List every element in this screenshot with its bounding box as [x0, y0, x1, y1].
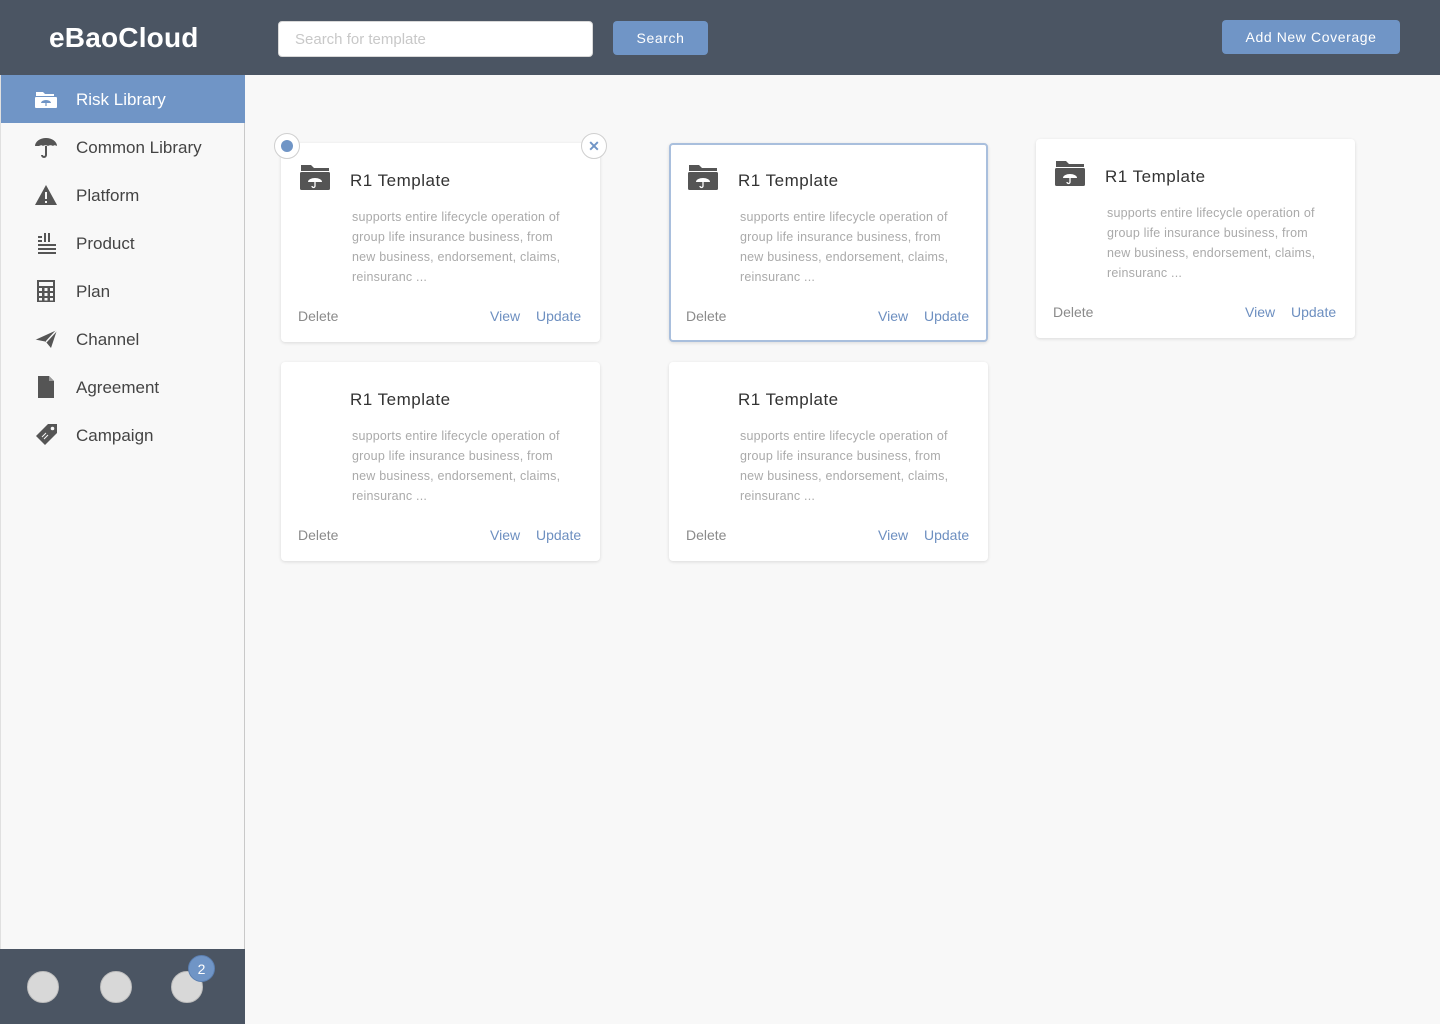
sidebar-item-campaign[interactable]: Campaign [1, 411, 245, 459]
sidebar-item-platform[interactable]: Platform [1, 171, 245, 219]
sidebar-item-channel[interactable]: Channel [1, 315, 245, 363]
sidebar-item-common-library[interactable]: Common Library [1, 123, 245, 171]
card-description: supports entire lifecycle operation of g… [740, 210, 949, 284]
view-link[interactable]: View [878, 308, 908, 324]
update-link[interactable]: Update [924, 308, 969, 324]
card-title: R1 Template [350, 390, 451, 409]
paper-plane-icon [34, 327, 58, 351]
close-icon[interactable]: ✕ [581, 133, 607, 159]
footer-settings-button[interactable] [100, 971, 132, 1003]
sidebar-item-label: Channel [76, 330, 140, 349]
update-link[interactable]: Update [924, 527, 969, 543]
sidebar-item-label: Campaign [76, 426, 154, 445]
template-card[interactable]: R1 Template supports entire lifecycle op… [1036, 139, 1355, 338]
delete-link[interactable]: Delete [298, 527, 338, 543]
sidebar-item-label: Platform [76, 186, 140, 205]
card-description: supports entire lifecycle operation of g… [740, 429, 949, 503]
delete-link[interactable]: Delete [686, 527, 726, 543]
folder-umbrella-icon [687, 163, 719, 191]
delete-link[interactable]: Delete [1053, 304, 1093, 320]
brand-logo: eBaoCloud [49, 22, 199, 53]
sidebar-item-agreement[interactable]: Agreement [1, 363, 245, 411]
card-description: supports entire lifecycle operation of g… [1107, 206, 1316, 280]
template-card-selected[interactable]: R1 Template supports entire lifecycle op… [669, 143, 988, 342]
sidebar-item-label: Agreement [76, 378, 160, 397]
card-description: supports entire lifecycle operation of g… [352, 429, 561, 503]
update-link[interactable]: Update [1291, 304, 1336, 320]
search-input[interactable] [278, 21, 593, 57]
add-new-coverage-button[interactable]: Add New Coverage [1222, 20, 1400, 54]
warning-icon [34, 183, 58, 207]
update-link[interactable]: Update [536, 308, 581, 324]
sidebar-item-label: Plan [76, 282, 111, 301]
notification-badge: 2 [188, 955, 215, 982]
footer-avatar-button[interactable] [27, 971, 59, 1003]
view-link[interactable]: View [1245, 304, 1275, 320]
update-link[interactable]: Update [536, 527, 581, 543]
folder-umbrella-icon [1054, 159, 1086, 187]
search-button[interactable]: Search [613, 21, 708, 55]
template-card[interactable]: R1 Template supports entire lifecycle op… [281, 362, 600, 561]
card-title: R1 Template [1105, 167, 1206, 186]
sidebar-item-plan[interactable]: Plan [1, 267, 245, 315]
card-title: R1 Template [738, 171, 839, 190]
view-link[interactable]: View [878, 527, 908, 543]
delete-link[interactable]: Delete [686, 308, 726, 324]
folder-umbrella-icon [34, 87, 58, 111]
top-header: eBaoCloud Search Add New Coverage [0, 0, 1440, 75]
tag-icon [34, 423, 58, 447]
card-title: R1 Template [738, 390, 839, 409]
view-link[interactable]: View [490, 527, 520, 543]
view-link[interactable]: View [490, 308, 520, 324]
template-card[interactable]: R1 Template supports entire lifecycle op… [669, 362, 988, 561]
calculator-icon [34, 279, 58, 303]
sidebar-item-product[interactable]: Product [1, 219, 245, 267]
sidebar-item-label: Risk Library [76, 90, 166, 109]
sidebar-item-label: Common Library [76, 138, 202, 157]
select-radio[interactable] [274, 133, 300, 159]
delete-link[interactable]: Delete [298, 308, 338, 324]
card-title: R1 Template [350, 171, 451, 190]
umbrella-icon [34, 135, 58, 159]
sidebar: Risk Library Common Library Platform Pro… [0, 75, 245, 950]
sidebar-item-label: Product [76, 234, 135, 253]
template-card[interactable]: R1 Template supports entire lifecycle op… [281, 143, 600, 342]
folder-umbrella-icon [299, 163, 331, 191]
list-icon [34, 231, 58, 255]
sidebar-item-risk-library[interactable]: Risk Library [1, 75, 245, 123]
document-icon [34, 375, 58, 399]
card-description: supports entire lifecycle operation of g… [352, 210, 561, 284]
